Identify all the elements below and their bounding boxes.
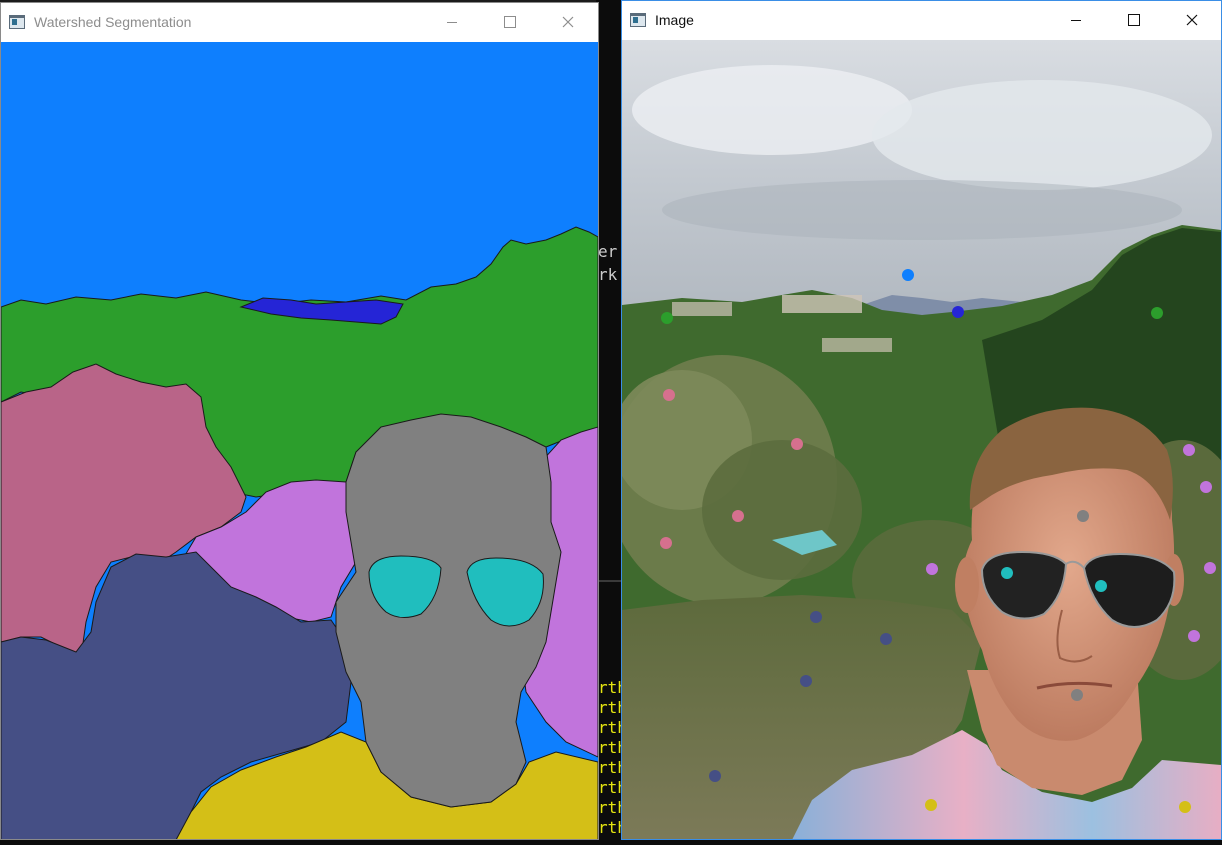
photo-cloud: [662, 180, 1182, 240]
maximize-icon: [1128, 14, 1140, 26]
marker-left-bush: [791, 438, 803, 450]
window-app-icon: [630, 13, 646, 27]
marker-right-bush: [1204, 562, 1216, 574]
terminal-line: rk: [598, 265, 618, 284]
marker-face: [1077, 510, 1089, 522]
window-title: Image: [655, 12, 694, 28]
marker-glasses: [1001, 567, 1013, 579]
minimize-button[interactable]: [1047, 1, 1105, 39]
desktop: er rk rthc rthc rthc rthc rthc rthc rthc…: [0, 0, 1222, 845]
marker-trees: [1151, 307, 1163, 319]
minimize-icon: [447, 22, 457, 23]
close-button[interactable]: [1163, 1, 1221, 39]
segmentation-map: [1, 42, 598, 839]
segmentation-titlebar[interactable]: Watershed Segmentation: [1, 3, 598, 41]
marker-face: [1071, 689, 1083, 701]
marker-left-bush: [660, 537, 672, 549]
close-button[interactable]: [539, 3, 597, 41]
window-title: Watershed Segmentation: [34, 14, 192, 30]
photo-olive-tree: [702, 440, 862, 580]
marker-grass: [709, 770, 721, 782]
image-canvas[interactable]: [622, 40, 1221, 839]
photo-ear: [955, 557, 979, 613]
close-icon: [1186, 14, 1198, 26]
segmentation-canvas[interactable]: [1, 42, 598, 839]
photo-village: [822, 338, 892, 352]
maximize-icon: [504, 16, 516, 28]
window-app-icon: [9, 15, 25, 29]
marker-left-bush: [732, 510, 744, 522]
marker-glasses: [1095, 580, 1107, 592]
photo-with-markers: [622, 40, 1221, 839]
marker-shirt: [1179, 801, 1191, 813]
photo-village: [672, 302, 732, 316]
marker-right-bush: [1188, 630, 1200, 642]
photo-cloud: [632, 65, 912, 155]
image-window[interactable]: Image: [621, 0, 1222, 840]
marker-hills: [952, 306, 964, 318]
marker-left-bush: [663, 389, 675, 401]
marker-right-bush: [926, 563, 938, 575]
marker-sky: [902, 269, 914, 281]
marker-grass: [880, 633, 892, 645]
maximize-button[interactable]: [481, 3, 539, 41]
marker-right-bush: [1183, 444, 1195, 456]
minimize-button[interactable]: [423, 3, 481, 41]
marker-right-bush: [1200, 481, 1212, 493]
close-icon: [562, 16, 574, 28]
marker-grass: [800, 675, 812, 687]
marker-shirt: [925, 799, 937, 811]
marker-grass: [810, 611, 822, 623]
segmentation-window[interactable]: Watershed Segmentation: [0, 2, 599, 840]
image-titlebar[interactable]: Image: [622, 1, 1221, 39]
terminal-line: er: [598, 242, 618, 261]
maximize-button[interactable]: [1105, 1, 1163, 39]
photo-village: [782, 295, 862, 313]
minimize-icon: [1071, 20, 1081, 21]
marker-trees: [661, 312, 673, 324]
photo-cloud: [872, 80, 1212, 190]
